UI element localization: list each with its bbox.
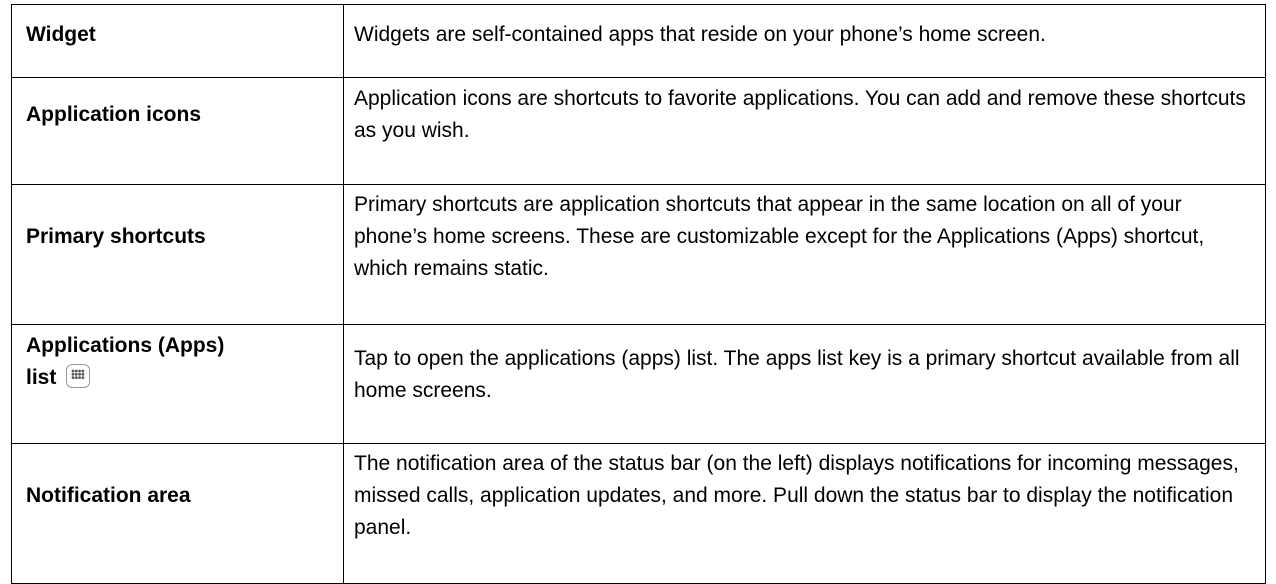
table-row: Notification area The notification area … bbox=[11, 443, 1266, 584]
description-primary-shortcuts: Primary shortcuts are application shortc… bbox=[354, 193, 1205, 280]
term-cell: Notification area bbox=[11, 443, 344, 584]
description-widget: Widgets are self-contained apps that res… bbox=[354, 23, 1046, 46]
apps-grid-icon bbox=[66, 364, 91, 388]
description-apps-list: Tap to open the applications (apps) list… bbox=[354, 347, 1240, 402]
description-cell: Tap to open the applications (apps) list… bbox=[343, 324, 1266, 444]
table-row: Applications (Apps) list Tap to open the… bbox=[11, 324, 1266, 444]
description-application-icons: Application icons are shortcuts to favor… bbox=[354, 87, 1246, 142]
term-widget: Widget bbox=[26, 23, 96, 46]
table-row: Primary shortcuts Primary shortcuts are … bbox=[11, 184, 1266, 325]
term-cell: Application icons bbox=[11, 77, 344, 185]
description-cell: The notification area of the status bar … bbox=[343, 443, 1266, 584]
term-notification-area: Notification area bbox=[26, 484, 191, 507]
term-cell: Widget bbox=[11, 4, 344, 78]
term-apps-list-line2: list bbox=[26, 366, 57, 389]
term-cell: Applications (Apps) list bbox=[11, 324, 344, 444]
term-cell: Primary shortcuts bbox=[11, 184, 344, 325]
home-screen-features-table: Widget Widgets are self-contained apps t… bbox=[11, 4, 1266, 584]
table-row: Widget Widgets are self-contained apps t… bbox=[11, 4, 1266, 78]
description-cell: Primary shortcuts are application shortc… bbox=[343, 184, 1266, 325]
term-apps-list-line1: Applications (Apps) bbox=[26, 334, 225, 357]
table-row: Application icons Application icons are … bbox=[11, 77, 1266, 185]
description-notification-area: The notification area of the status bar … bbox=[354, 452, 1239, 539]
description-cell: Widgets are self-contained apps that res… bbox=[343, 4, 1266, 78]
term-primary-shortcuts: Primary shortcuts bbox=[26, 225, 206, 248]
description-cell: Application icons are shortcuts to favor… bbox=[343, 77, 1266, 185]
term-application-icons: Application icons bbox=[26, 103, 202, 126]
